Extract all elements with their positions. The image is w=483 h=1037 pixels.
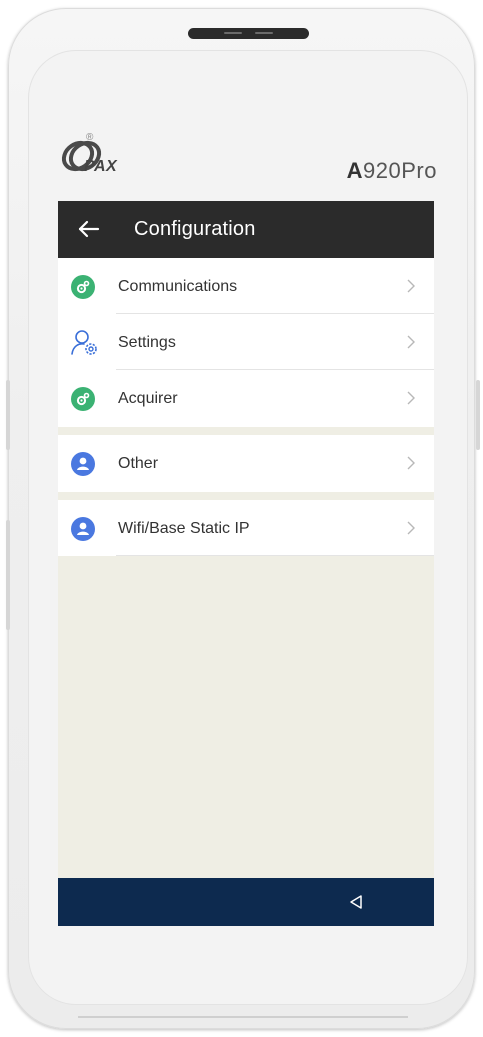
chevron-right-icon <box>406 334 416 350</box>
chevron-right-icon <box>406 520 416 536</box>
menu-group-network: Wifi/Base Static IP <box>58 500 434 556</box>
chevron-right-icon <box>406 455 416 471</box>
menu-item-label: Communications <box>118 278 238 295</box>
menu-item-wifi-static-ip[interactable]: Wifi/Base Static IP <box>58 500 434 556</box>
chevron-right-icon <box>406 278 416 294</box>
user-badge-blue-icon <box>71 517 95 541</box>
gear-badge-green-icon <box>71 275 95 299</box>
triangle-back-icon[interactable] <box>348 894 364 910</box>
app-bar: Configuration <box>58 201 434 258</box>
gear-badge-green-icon <box>71 387 95 411</box>
menu-group-main: Communications Settings Acquirer <box>58 258 434 427</box>
arrow-left-icon[interactable] <box>76 215 102 243</box>
app-screen: Configuration Communications Settings Ac… <box>58 201 434 926</box>
device-bottom-edge <box>78 1016 408 1018</box>
user-badge-blue-icon <box>71 452 95 476</box>
model-suffix: 920Pro <box>363 158 437 183</box>
item-divider <box>116 555 434 556</box>
brand-logo: ® PAX <box>58 132 158 180</box>
registered-mark: ® <box>86 132 94 143</box>
page-title: Configuration <box>134 218 256 240</box>
menu-group-other: Other <box>58 435 434 492</box>
menu-item-label: Wifi/Base Static IP <box>118 520 250 537</box>
menu-item-label: Other <box>118 455 159 472</box>
speaker-grille <box>188 28 309 39</box>
user-gear-outline-icon <box>70 328 100 358</box>
side-key <box>6 520 10 630</box>
side-key <box>6 380 10 450</box>
model-prefix: A <box>346 158 364 183</box>
menu-item-other[interactable]: Other <box>58 435 434 491</box>
menu-item-label: Settings <box>118 334 176 351</box>
chevron-right-icon <box>406 390 416 406</box>
menu-item-acquirer[interactable]: Acquirer <box>58 370 434 426</box>
menu-item-label: Acquirer <box>118 390 178 407</box>
system-nav-bar <box>58 878 434 926</box>
brand-name: PAX <box>84 158 118 175</box>
menu-item-settings[interactable]: Settings <box>58 314 434 370</box>
menu-item-communications[interactable]: Communications <box>58 258 434 314</box>
model-name: A920Pro <box>347 158 437 184</box>
side-key <box>476 380 480 450</box>
